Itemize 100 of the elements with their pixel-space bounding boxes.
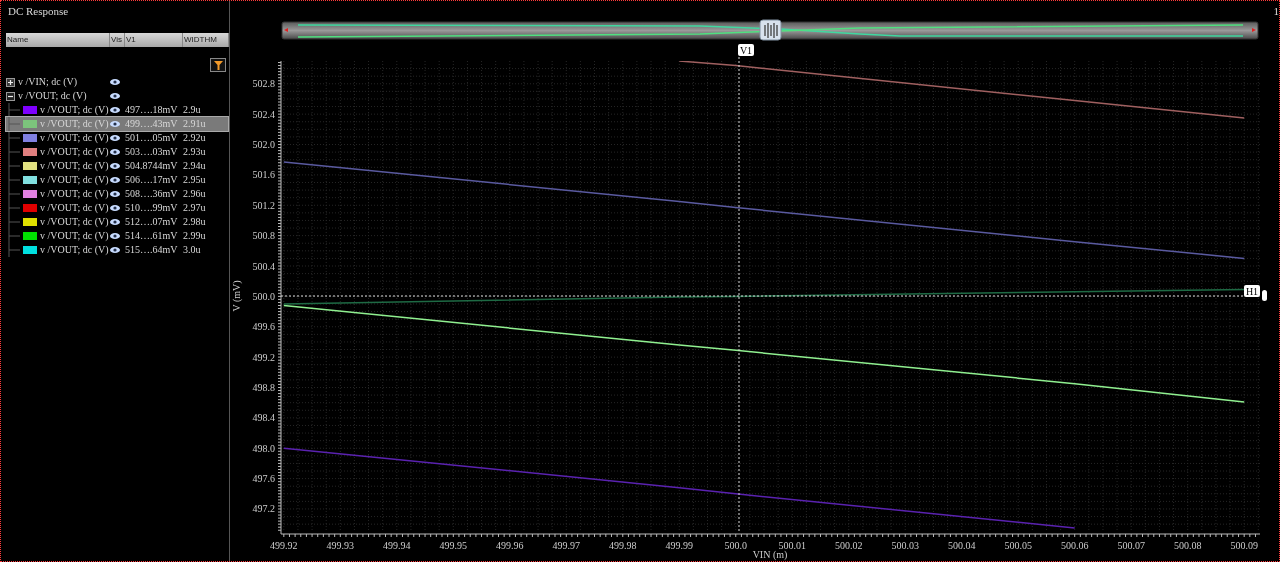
- cursor-value: 503….03mV: [125, 146, 178, 157]
- eye-icon[interactable]: [110, 233, 120, 239]
- cursor-value: 499….43mV: [125, 118, 178, 129]
- vertical-cursor[interactable]: [738, 56, 740, 532]
- parameter-value: 2.98u: [183, 216, 206, 227]
- signal-name: v /VOUT; dc (V): [40, 132, 109, 144]
- tree-row[interactable]: v /VOUT; dc (V) 512….07mV 2.98u: [6, 215, 228, 229]
- parameter-value: 2.91u: [183, 118, 206, 129]
- parameter-value: 2.99u: [183, 230, 206, 241]
- tree-line: [6, 187, 20, 201]
- expand-icon[interactable]: [6, 77, 15, 87]
- tick-label: 500.02: [835, 540, 863, 551]
- tree-row[interactable]: v /VOUT; dc (V): [6, 89, 228, 103]
- eye-icon[interactable]: [110, 219, 120, 225]
- tick-label: 500.06: [1060, 540, 1089, 551]
- tick-label: 500.05: [1004, 540, 1032, 551]
- tick-label: 500.8: [252, 230, 275, 242]
- parameter-value: 2.95u: [183, 174, 206, 185]
- cursor-value: 514….61mV: [125, 230, 178, 241]
- cursor-value: 504.8744mV: [125, 160, 178, 171]
- tick-label: 502.0: [252, 139, 275, 150]
- cursor-handle[interactable]: [1262, 290, 1267, 301]
- column-header[interactable]: Vis: [110, 33, 125, 47]
- eye-icon[interactable]: [110, 135, 120, 141]
- column-header[interactable]: Name: [6, 33, 110, 47]
- parameter-value: 2.97u: [183, 202, 206, 213]
- tree-row[interactable]: v /VIN; dc (V): [6, 75, 228, 89]
- signal-name: v /VOUT; dc (V): [40, 216, 109, 228]
- tick-label: 500.0: [252, 290, 275, 302]
- tick-label: 499.95: [439, 540, 468, 551]
- tick-label: 499.93: [326, 540, 355, 551]
- column-header[interactable]: V1: [125, 33, 183, 47]
- signal-name: v /VOUT; dc (V): [40, 244, 109, 256]
- tree-row[interactable]: v /VOUT; dc (V) 515….64mV 3.0u: [6, 243, 228, 257]
- eye-icon[interactable]: [110, 177, 120, 183]
- parameter-value: 3.0u: [183, 244, 201, 255]
- tick-label: 498.0: [252, 442, 275, 454]
- cursor-value: 508….36mV: [125, 188, 178, 199]
- signal-name: v /VOUT; dc (V): [40, 174, 109, 186]
- tick-label: 499.2: [252, 351, 275, 363]
- collapse-icon[interactable]: [6, 91, 15, 101]
- tick-label: 500.09: [1230, 540, 1258, 551]
- signal-name: v /VOUT; dc (V): [40, 230, 109, 242]
- tree-row[interactable]: v /VOUT; dc (V) 501….05mV 2.92u: [6, 131, 228, 145]
- tree-row[interactable]: v /VOUT; dc (V) 497….18mV 2.9u: [6, 103, 228, 117]
- signal-name: v /VOUT; dc (V): [40, 118, 109, 130]
- cursor-label[interactable]: V1: [738, 44, 754, 56]
- tick-label: 500.07: [1117, 540, 1145, 551]
- tree-line: [6, 103, 20, 117]
- filter-icon: [213, 60, 223, 70]
- cursor-value: 506….17mV: [125, 174, 178, 185]
- tick-label: 499.92: [270, 540, 298, 551]
- tick-label: 501.6: [252, 169, 275, 181]
- eye-icon[interactable]: [110, 191, 120, 197]
- tree-row[interactable]: v /VOUT; dc (V) 504.8744mV 2.94u: [6, 159, 228, 173]
- axis-title: V (mV): [231, 280, 242, 312]
- eye-icon[interactable]: [110, 107, 120, 113]
- eye-icon[interactable]: [110, 79, 120, 85]
- tick-label: 499.97: [552, 540, 581, 551]
- tree-line: [6, 117, 20, 131]
- eye-icon[interactable]: [110, 93, 120, 99]
- cursor-value: 510….99mV: [125, 202, 178, 213]
- horizontal-cursor[interactable]: [280, 295, 1245, 297]
- tree-line: [6, 173, 20, 187]
- tick-label: 499.94: [383, 540, 411, 551]
- filter-button[interactable]: [210, 58, 226, 72]
- eye-icon[interactable]: [110, 121, 120, 127]
- tick-label: 499.96: [496, 540, 524, 551]
- eye-icon[interactable]: [110, 247, 120, 253]
- tick-label: 498.8: [252, 382, 275, 393]
- signal-name: v /VIN; dc (V): [18, 76, 78, 88]
- corner-label: 1: [1273, 5, 1279, 17]
- parameter-value: 2.96u: [183, 188, 206, 199]
- parameter-value: 2.93u: [183, 146, 206, 157]
- tick-label: 502.8: [252, 78, 275, 90]
- column-header[interactable]: WIDTHM: [183, 33, 229, 47]
- tree-row[interactable]: v /VOUT; dc (V) 503….03mV 2.93u: [6, 145, 228, 159]
- tick-label: 497.2: [252, 503, 275, 515]
- tick-label: 502.4: [252, 108, 275, 120]
- signal-name: v /VOUT; dc (V): [18, 90, 87, 102]
- parameter-value: 2.94u: [183, 160, 206, 171]
- tree-row[interactable]: v /VOUT; dc (V) 514….61mV 2.99u: [6, 229, 228, 243]
- tree-row[interactable]: v /VOUT; dc (V) 508….36mV 2.96u: [6, 187, 228, 201]
- eye-icon[interactable]: [110, 205, 120, 211]
- signal-name: v /VOUT; dc (V): [40, 160, 109, 172]
- signal-name: v /VOUT; dc (V): [40, 202, 109, 214]
- tree-row[interactable]: v /VOUT; dc (V) 506….17mV 2.95u: [6, 173, 228, 187]
- parameter-value: 2.9u: [183, 104, 201, 115]
- tree-line: [6, 243, 20, 257]
- tree-row[interactable]: v /VOUT; dc (V) 510….99mV 2.97u: [6, 201, 228, 215]
- tick-label: 501.2: [252, 199, 275, 211]
- tick-label: 500.08: [1173, 540, 1202, 551]
- tree-line: [6, 131, 20, 145]
- signal-name: v /VOUT; dc (V): [40, 146, 109, 158]
- cursor-label[interactable]: H1: [1244, 285, 1260, 297]
- eye-icon[interactable]: [110, 149, 120, 155]
- cursor-value: 501….05mV: [125, 132, 178, 143]
- tree-line: [6, 215, 20, 229]
- slider-handle[interactable]: [759, 19, 782, 41]
- eye-icon[interactable]: [110, 163, 120, 169]
